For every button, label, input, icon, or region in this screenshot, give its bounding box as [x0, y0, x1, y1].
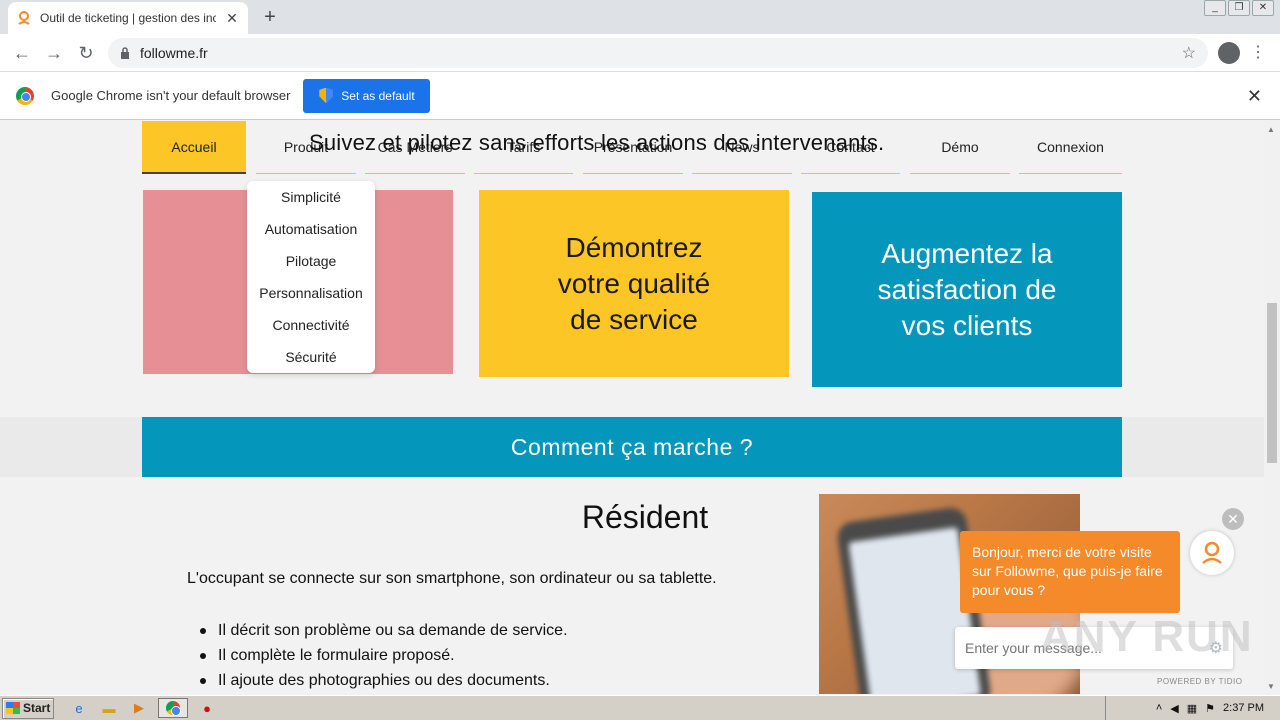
- scroll-up-icon[interactable]: ▲: [1267, 125, 1275, 134]
- dropdown-item-connectivite[interactable]: Connectivité: [247, 317, 375, 333]
- list-item: Il décrit son problème ou sa demande de …: [200, 618, 568, 643]
- produit-dropdown-menu: Simplicité Automatisation Pilotage Perso…: [247, 181, 375, 373]
- yellow-card-line: Démontrez: [565, 231, 703, 263]
- tab-title: Outil de ticketing | gestion des incide: [40, 11, 216, 25]
- chat-message-bubble: Bonjour, merci de votre visite sur Follo…: [960, 531, 1180, 613]
- system-tray: ˄ ◀ ▦ ⚑ 2:37 PM: [1105, 696, 1280, 720]
- folder-icon[interactable]: ▬: [98, 698, 120, 718]
- resident-bullet-list: Il décrit son problème ou sa demande de …: [200, 618, 568, 693]
- yellow-card-line: votre qualité: [557, 267, 711, 299]
- minimize-button[interactable]: _: [1204, 0, 1226, 16]
- yellow-feature-card: Démontrez votre qualité de service: [479, 190, 789, 377]
- flag-icon[interactable]: ⚑: [1205, 702, 1215, 715]
- reload-icon[interactable]: ↻: [74, 41, 98, 65]
- tab-close-icon[interactable]: ✕: [224, 10, 240, 27]
- address-bar[interactable]: followme.fr ☆: [108, 38, 1208, 68]
- windows-taskbar: Start e ▬ ▶ ● ˄ ◀ ▦ ⚑ 2:37 PM: [0, 695, 1280, 720]
- resident-intro: L'occupant se connecte sur son smartphon…: [187, 570, 717, 587]
- chrome-logo-icon: [16, 86, 34, 105]
- close-window-button[interactable]: ✕: [1252, 0, 1274, 16]
- tray-expand-icon[interactable]: ˄: [1156, 702, 1162, 714]
- page-scrollbar[interactable]: ▲ ▼: [1264, 121, 1280, 695]
- browser-tab[interactable]: Outil de ticketing | gestion des incide …: [8, 2, 248, 34]
- dropdown-item-pilotage[interactable]: Pilotage: [247, 253, 375, 269]
- how-it-works-banner: Comment ça marche ?: [142, 417, 1122, 477]
- chat-avatar-icon[interactable]: [1190, 531, 1234, 575]
- forward-icon[interactable]: →: [42, 41, 66, 65]
- followme-favicon-icon: [16, 10, 32, 26]
- blue-card-line: satisfaction de: [877, 273, 1057, 305]
- start-label: Start: [23, 701, 51, 715]
- dropdown-item-automatisation[interactable]: Automatisation: [247, 221, 375, 237]
- window-controls: _ ❐ ✕: [1204, 0, 1274, 16]
- blue-card-line: vos clients: [901, 309, 1033, 341]
- profile-avatar-icon[interactable]: [1218, 42, 1240, 64]
- list-item-text: Il ajoute des photographies ou des docum…: [218, 671, 550, 689]
- set-as-default-button[interactable]: Set as default: [303, 78, 431, 113]
- infobar-message: Google Chrome isn't your default browser: [51, 88, 291, 103]
- volume-icon[interactable]: ◀: [1170, 702, 1178, 715]
- bullet-icon: [200, 677, 206, 684]
- media-player-icon[interactable]: ▶: [128, 698, 150, 718]
- bookmark-star-icon[interactable]: ☆: [1182, 43, 1196, 63]
- list-item-text: Il décrit son problème ou sa demande de …: [218, 621, 568, 639]
- dropdown-item-simplicite[interactable]: Simplicité: [247, 189, 375, 205]
- back-icon[interactable]: ←: [10, 41, 34, 65]
- bullet-icon: [200, 652, 206, 659]
- blue-card-line: Augmentez la: [881, 237, 1053, 269]
- default-browser-infobar: Google Chrome isn't your default browser…: [0, 72, 1280, 120]
- yellow-card-line: de service: [570, 303, 698, 335]
- browser-toolbar: ← → ↻ followme.fr ☆ ⋮: [0, 34, 1280, 72]
- tab-strip: Outil de ticketing | gestion des incide …: [0, 0, 1280, 34]
- hero-headline: Suivez et pilotez sans efforts les actio…: [309, 130, 885, 155]
- scroll-thumb[interactable]: [1267, 303, 1277, 463]
- nav-item-connexion[interactable]: Connexion: [1019, 121, 1122, 174]
- lock-icon: [121, 47, 129, 59]
- list-item-text: Il complète le formulaire proposé.: [218, 646, 455, 664]
- shield-icon: [319, 87, 334, 104]
- nav-item-accueil[interactable]: Accueil: [142, 121, 246, 174]
- list-item: Il ajoute des photographies ou des docum…: [200, 668, 568, 693]
- nav-item-demo[interactable]: Démo: [910, 121, 1010, 174]
- browser-menu-icon[interactable]: ⋮: [1250, 42, 1266, 64]
- resident-title: Résident: [581, 499, 709, 535]
- new-tab-button[interactable]: +: [260, 6, 280, 28]
- powered-by-label: POWERED BY TIDIO: [1157, 677, 1243, 686]
- blue-feature-card: Augmentez la satisfaction de vos clients: [812, 192, 1122, 387]
- set-as-default-label: Set as default: [341, 88, 415, 103]
- anyrun-watermark: ANY RUN: [1040, 612, 1254, 661]
- infobar-close-icon[interactable]: ✕: [1247, 86, 1262, 107]
- bullet-icon: [200, 627, 206, 634]
- list-item: Il complète le formulaire proposé.: [200, 643, 568, 668]
- chrome-taskbar-icon[interactable]: [158, 698, 188, 718]
- clock: 2:37 PM: [1223, 702, 1264, 714]
- chat-close-icon[interactable]: ✕: [1222, 508, 1244, 530]
- url-text: followme.fr: [140, 45, 208, 61]
- dropdown-item-securite[interactable]: Sécurité: [247, 349, 375, 365]
- start-button[interactable]: Start: [2, 697, 54, 719]
- dropdown-item-personnalisation[interactable]: Personnalisation: [247, 285, 375, 301]
- windows-logo-icon: [6, 702, 20, 714]
- opera-icon[interactable]: ●: [196, 698, 218, 718]
- network-icon[interactable]: ▦: [1187, 702, 1197, 715]
- chrome-logo-icon: [166, 701, 181, 716]
- scroll-down-icon[interactable]: ▼: [1267, 682, 1275, 691]
- site-nav: Accueil Produit Cas Métiers Tarifs Prése…: [142, 121, 1122, 174]
- restore-button[interactable]: ❐: [1228, 0, 1250, 16]
- ie-icon[interactable]: e: [68, 698, 90, 718]
